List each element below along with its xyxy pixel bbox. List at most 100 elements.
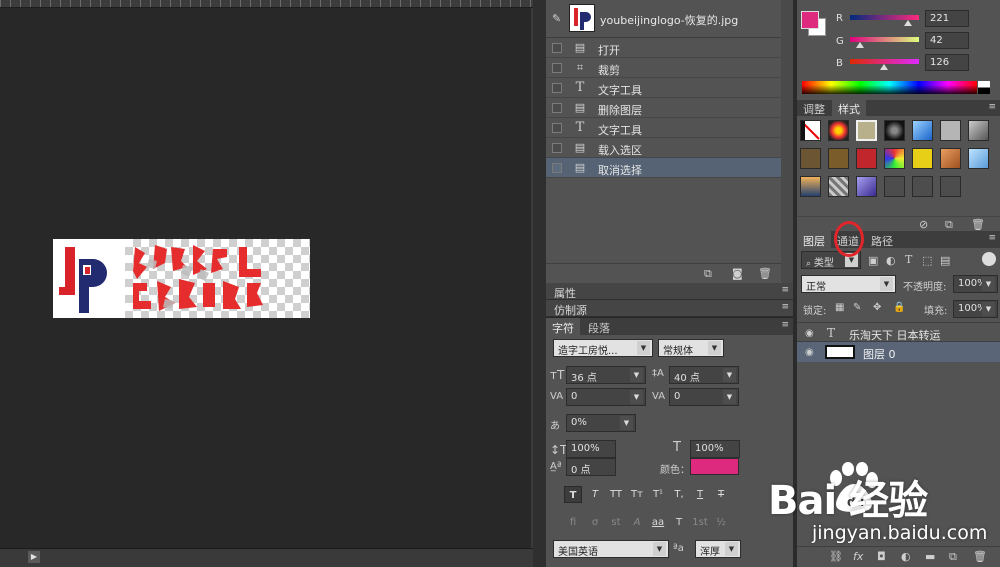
alternate-ligatures-button[interactable]: σ xyxy=(586,514,604,531)
panel-menu-icon[interactable]: ≡ xyxy=(988,233,996,243)
blend-mode-select[interactable]: 正常 ▼ xyxy=(801,275,896,293)
style-swatch-14[interactable] xyxy=(968,148,989,169)
history-checkbox[interactable] xyxy=(552,123,562,133)
link-icon[interactable]: ⛓ xyxy=(829,550,843,563)
style-none-swatch[interactable] xyxy=(800,120,821,141)
ordinals-toggle-button[interactable]: T xyxy=(670,514,688,531)
new-style-icon[interactable]: ⧉ xyxy=(945,218,953,232)
horizontal-scale-field[interactable]: 100% xyxy=(690,440,740,458)
history-checkbox[interactable] xyxy=(552,103,562,113)
green-value-field[interactable]: 42 xyxy=(925,32,969,49)
black-white-swatch[interactable] xyxy=(978,81,990,94)
style-swatch-9[interactable] xyxy=(828,148,849,169)
lock-all-icon[interactable]: 🔒 xyxy=(893,302,905,313)
style-swatch-5[interactable] xyxy=(912,120,933,141)
superscript-button[interactable]: T¹ xyxy=(649,486,667,503)
style-swatch-15[interactable] xyxy=(800,176,821,197)
faux-italic-button[interactable]: T xyxy=(586,486,604,503)
style-swatch-7[interactable] xyxy=(968,120,989,141)
baseline-shift-field[interactable]: 0 点 xyxy=(566,458,616,476)
red-value-field[interactable]: 221 xyxy=(925,10,969,27)
tracking-field[interactable]: 0 ▼ xyxy=(669,388,739,406)
blue-value-field[interactable]: 126 xyxy=(925,54,969,71)
style-swatch-8[interactable] xyxy=(800,148,821,169)
style-swatch-17[interactable] xyxy=(856,176,877,197)
lock-transparent-icon[interactable]: ▦ xyxy=(835,302,844,313)
red-slider-knob[interactable] xyxy=(904,20,912,26)
history-brush-icon[interactable]: ✎ xyxy=(552,12,561,25)
ordinals-button[interactable]: 1st xyxy=(691,514,709,531)
filter-shape-icon[interactable]: ⬚ xyxy=(922,254,932,267)
history-checkbox[interactable] xyxy=(552,143,562,153)
style-swatch-6[interactable] xyxy=(940,120,961,141)
font-size-field[interactable]: 36 点 ▼ xyxy=(566,366,646,384)
ligatures-button[interactable]: fi xyxy=(564,514,582,531)
style-swatch-4[interactable] xyxy=(884,120,905,141)
language-select[interactable]: 美国英语 ▼ xyxy=(553,540,669,558)
tab-paragraph[interactable]: 段落 xyxy=(582,318,616,335)
history-checkbox[interactable] xyxy=(552,43,562,53)
history-state-type-tool[interactable]: T 文字工具 xyxy=(546,78,781,98)
trash-icon[interactable]: 🗑 xyxy=(973,550,987,563)
tab-layers[interactable]: 图层 xyxy=(797,231,831,248)
style-swatch-2[interactable] xyxy=(828,120,849,141)
leading-field[interactable]: 40 点 ▼ xyxy=(669,366,739,384)
opacity-field[interactable]: 100% ▼ xyxy=(953,275,998,293)
history-state-delete-layer[interactable]: ▤ 删除图层 xyxy=(546,98,781,118)
tab-adjustments[interactable]: 调整 xyxy=(797,100,831,116)
history-state-type-tool-2[interactable]: T 文字工具 xyxy=(546,118,781,138)
filter-type-icon[interactable]: T xyxy=(905,253,912,266)
history-checkbox[interactable] xyxy=(552,83,562,93)
no-style-icon[interactable]: ⊘ xyxy=(919,218,928,231)
blue-slider-knob[interactable] xyxy=(880,64,888,70)
clone-source-panel-header[interactable]: 仿制源 ≡ xyxy=(546,300,793,317)
fill-field[interactable]: 100% ▼ xyxy=(953,300,998,318)
properties-panel-header[interactable]: 属性 ≡ xyxy=(546,283,793,300)
vertical-scale-field[interactable]: 100% xyxy=(566,440,616,458)
lock-brush-icon[interactable]: ✎ xyxy=(853,302,861,313)
new-document-icon[interactable]: ⧉ xyxy=(704,267,712,281)
text-color-swatch[interactable] xyxy=(690,458,739,475)
document-image[interactable] xyxy=(53,239,310,318)
filter-pixel-icon[interactable]: ▣ xyxy=(868,254,878,267)
tab-character[interactable]: 字符 xyxy=(546,318,580,335)
panel-menu-icon[interactable]: ≡ xyxy=(781,320,789,330)
properties-tab[interactable]: 属性 xyxy=(554,285,576,301)
mask-icon[interactable]: ◘ xyxy=(877,550,886,563)
font-family-select[interactable]: 造字工房悦... ▼ xyxy=(553,339,653,357)
eye-icon[interactable]: ◉ xyxy=(805,347,814,358)
history-state-crop[interactable]: ⌗ 裁剪 xyxy=(546,58,781,78)
trash-icon[interactable]: 🗑 xyxy=(971,218,985,231)
style-swatch-10[interactable] xyxy=(856,148,877,169)
small-caps-button[interactable]: Tт xyxy=(628,486,646,503)
history-state-open[interactable]: ▤ 打开 xyxy=(546,38,781,58)
filter-smart-object-icon[interactable]: ▤ xyxy=(940,254,950,267)
play-icon[interactable]: ▶ xyxy=(28,551,40,563)
stylistic-alternates-button[interactable]: st xyxy=(607,514,625,531)
history-state-load-selection[interactable]: ▤ 载入选区 xyxy=(546,138,781,158)
history-state-deselect[interactable]: ▤ 取消选择 xyxy=(546,158,781,178)
tab-paths[interactable]: 路径 xyxy=(865,231,899,248)
layer-row-layer0[interactable]: ◉ 图层 0 xyxy=(797,342,1000,362)
tsume-field[interactable]: 0% ▼ xyxy=(566,414,636,432)
foreground-color-swatch[interactable] xyxy=(801,11,819,29)
style-swatch-12[interactable] xyxy=(912,148,933,169)
filter-adjustment-icon[interactable]: ◐ xyxy=(886,254,896,267)
eye-icon[interactable]: ◉ xyxy=(805,328,814,339)
history-checkbox[interactable] xyxy=(552,163,562,173)
style-swatch-empty[interactable] xyxy=(884,176,905,197)
swash-button[interactable]: A xyxy=(628,514,646,531)
panel-menu-icon[interactable]: ≡ xyxy=(781,285,789,295)
style-swatch-3[interactable] xyxy=(856,120,877,141)
strikethrough-button[interactable]: T xyxy=(712,486,730,503)
green-slider-knob[interactable] xyxy=(856,42,864,48)
style-swatch-11[interactable] xyxy=(884,148,905,169)
fractions-button[interactable]: ½ xyxy=(712,514,730,531)
kerning-field[interactable]: 0 ▼ xyxy=(566,388,646,406)
adjustment-icon[interactable]: ◐ xyxy=(901,550,911,563)
subscript-button[interactable]: T, xyxy=(670,486,688,503)
layer-row-text[interactable]: ◉ T 乐淘天下 日本转运 xyxy=(797,322,1000,342)
underline-button[interactable]: T xyxy=(691,486,709,503)
style-swatch-empty[interactable] xyxy=(912,176,933,197)
folder-icon[interactable]: ▬ xyxy=(925,550,935,563)
